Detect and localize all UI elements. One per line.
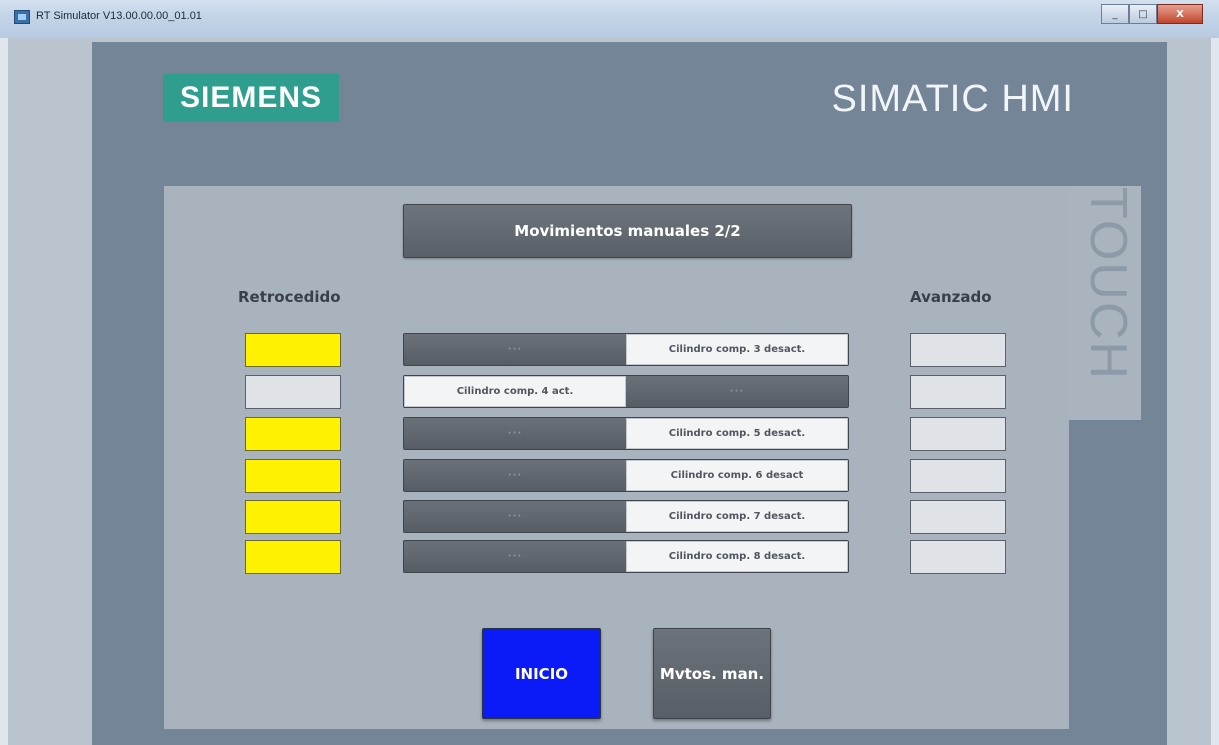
switch-state-label: Cilindro comp. 7 desact. (626, 501, 848, 532)
mvtos-man-button[interactable]: Mvtos. man. (653, 628, 771, 719)
switch-knob: ··· (404, 541, 626, 572)
retrocedido-indicator (245, 375, 341, 409)
avanzado-indicator (910, 333, 1006, 367)
avanzado-indicator (910, 500, 1006, 534)
avanzado-indicator (910, 540, 1006, 574)
window-title: RT Simulator V13.00.00.00_01.01 (36, 10, 202, 22)
switch-state-label: Cilindro comp. 8 desact. (626, 541, 848, 572)
avanzado-indicator (910, 375, 1006, 409)
avanzado-header: Avanzado (910, 288, 992, 306)
window-controls: _ □ X (1101, 4, 1203, 24)
cylinder-switch[interactable]: Cilindro comp. 4 act. ··· (403, 375, 849, 408)
screen-title: Movimientos manuales 2/2 (403, 204, 852, 258)
switch-knob: ··· (626, 376, 848, 407)
cylinder-switch[interactable]: ··· Cilindro comp. 7 desact. (403, 500, 849, 533)
switch-state-label: Cilindro comp. 4 act. (404, 376, 626, 407)
window-titlebar: RT Simulator V13.00.00.00_01.01 _ □ X (0, 0, 1219, 38)
retrocedido-indicator (245, 459, 341, 493)
cylinder-switch[interactable]: ··· Cilindro comp. 6 desact (403, 459, 849, 492)
switch-knob: ··· (404, 334, 626, 365)
switch-knob: ··· (404, 460, 626, 491)
switch-state-label: Cilindro comp. 3 desact. (626, 334, 848, 365)
retrocedido-indicator (245, 540, 341, 574)
cylinder-switch[interactable]: ··· Cilindro comp. 5 desact. (403, 417, 849, 450)
switch-knob: ··· (404, 501, 626, 532)
retrocedido-indicator (245, 417, 341, 451)
maximize-button[interactable]: □ (1129, 4, 1157, 24)
switch-knob: ··· (404, 418, 626, 449)
switch-state-label: Cilindro comp. 5 desact. (626, 418, 848, 449)
inicio-button[interactable]: INICIO (482, 628, 601, 719)
cylinder-switch[interactable]: ··· Cilindro comp. 3 desact. (403, 333, 849, 366)
retrocedido-indicator (245, 333, 341, 367)
siemens-logo: SIEMENS (163, 74, 339, 122)
touch-label: TOUCH (1079, 187, 1137, 381)
avanzado-indicator (910, 459, 1006, 493)
minimize-button[interactable]: _ (1101, 4, 1129, 24)
hmi-screen (164, 186, 1069, 729)
cylinder-switch[interactable]: ··· Cilindro comp. 8 desact. (403, 540, 849, 573)
retrocedido-indicator (245, 500, 341, 534)
simatic-hmi-label: SIMATIC HMI (831, 78, 1074, 120)
avanzado-indicator (910, 417, 1006, 451)
retrocedido-header: Retrocedido (238, 288, 341, 306)
close-button[interactable]: X (1157, 4, 1203, 24)
switch-state-label: Cilindro comp. 6 desact (626, 460, 848, 491)
app-icon (14, 10, 30, 24)
